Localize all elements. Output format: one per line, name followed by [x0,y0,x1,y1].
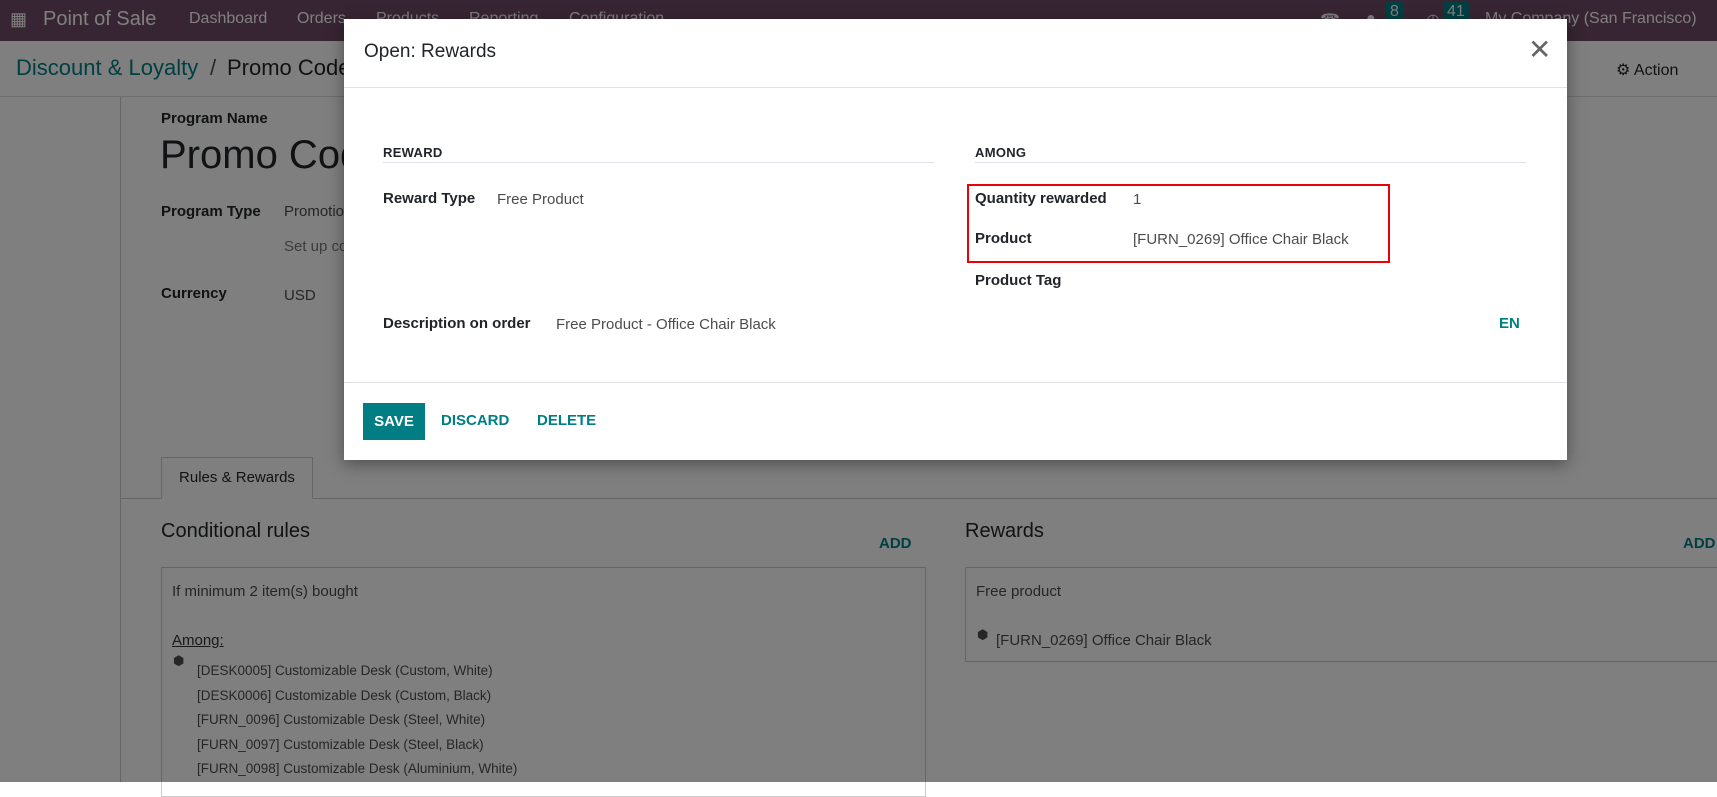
product-label: Product [975,230,1032,247]
dialog-header: Open: Rewards ✕ [344,19,1567,88]
reward-type-label: Reward Type [383,190,476,207]
language-button[interactable]: EN [1499,315,1520,332]
close-icon[interactable]: ✕ [1528,33,1551,66]
dialog-footer: SAVE DISCARD DELETE [344,382,1567,460]
description-label: Description on order [383,315,531,332]
description-input[interactable]: Free Product - Office Chair Black [556,316,776,333]
rewards-dialog: Open: Rewards ✕ REWARD AMONG Reward Type… [344,19,1567,460]
delete-button[interactable]: DELETE [537,412,596,429]
save-button[interactable]: SAVE [363,403,425,440]
product-tag-label: Product Tag [975,272,1062,289]
reward-type-select[interactable]: Free Product [497,191,584,208]
quantity-rewarded-label: Quantity rewarded [975,190,1107,207]
product-tag-field[interactable] [1133,272,1523,292]
among-section-divider [975,162,1526,163]
reward-section-title: REWARD [383,145,443,160]
product-field[interactable]: [FURN_0269] Office Chair Black [1133,231,1349,248]
quantity-rewarded-input[interactable]: 1 [1133,191,1141,208]
dialog-title: Open: Rewards [364,41,497,62]
discard-button[interactable]: DISCARD [441,412,509,429]
among-section-title: AMONG [975,145,1027,160]
reward-section-divider [383,162,934,163]
